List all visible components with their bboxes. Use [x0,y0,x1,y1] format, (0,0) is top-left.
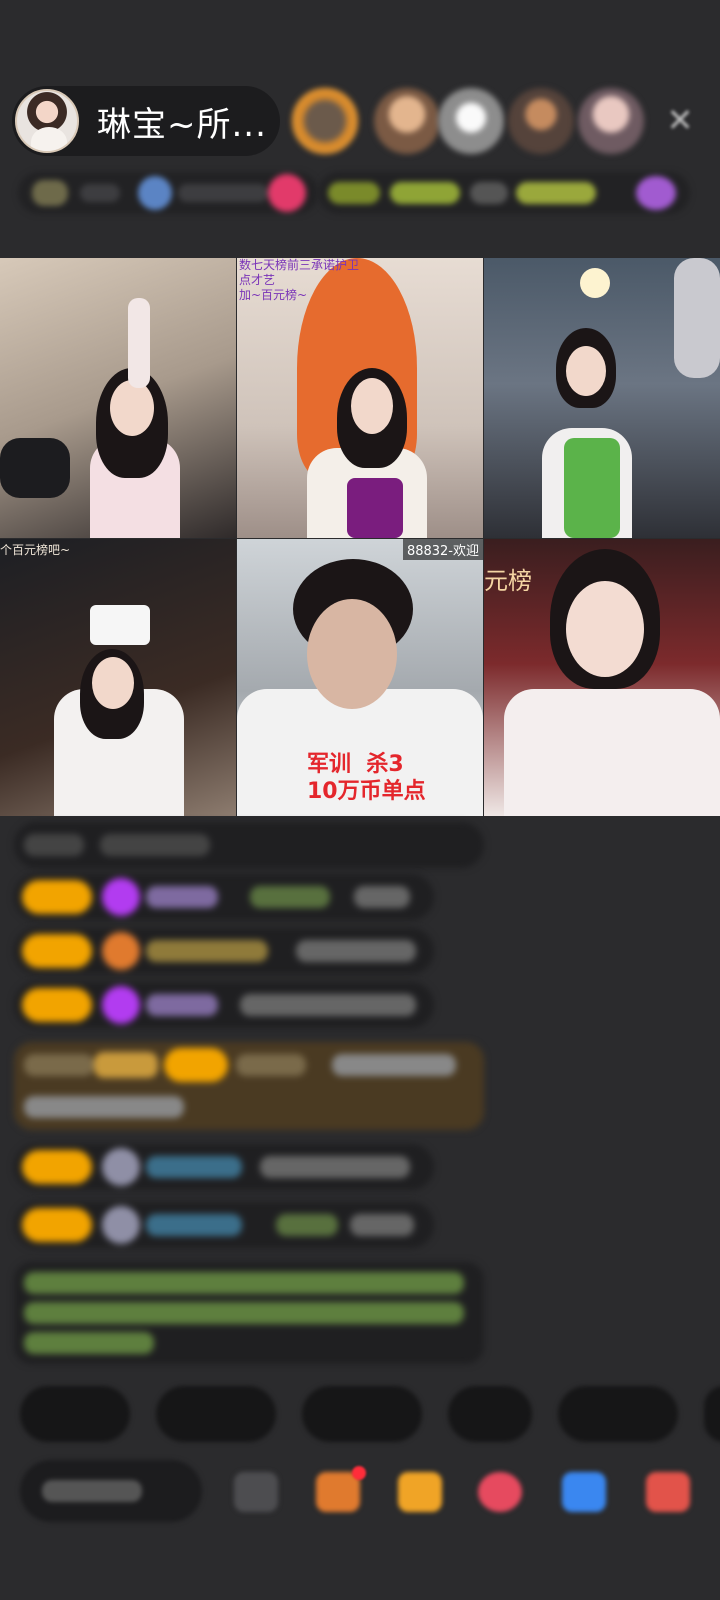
chat-system-message [14,1262,484,1364]
quick-reply-button[interactable] [156,1386,276,1442]
chat-message-highlight[interactable] [14,1042,484,1130]
chat-message[interactable] [14,874,434,920]
host-avatar[interactable] [15,89,79,153]
notification-dot [352,1466,366,1480]
chat-input[interactable] [20,1460,202,1522]
quick-reply-button[interactable] [448,1386,532,1442]
quick-reply-button[interactable] [20,1386,130,1442]
lips-icon[interactable] [478,1472,522,1512]
stream-stats-pill[interactable] [18,172,318,214]
more-icon[interactable] [234,1472,278,1512]
tile-overlay-bottom: 军训 杀3 10万币单点 [307,752,426,804]
tile-overlay-top: 88832-欢迎 [402,539,483,560]
host-name: 琳宝~所... [97,104,267,145]
video-tile[interactable] [0,258,236,538]
video-tile[interactable]: 88832-欢迎 军训 杀3 10万币单点 [237,539,483,816]
audience-avatar[interactable] [438,88,504,154]
chat-message[interactable] [14,822,484,868]
chat-message[interactable] [14,982,434,1028]
quick-reply-button[interactable] [302,1386,422,1442]
quick-reply-button[interactable] [704,1386,720,1442]
multi-guest-video-grid: 数七天榜前三承诺护卫 点才艺 加~百元榜~ 个百元榜吧~ 88832-欢迎 军训… [0,258,720,816]
close-icon[interactable]: ✕ [660,100,700,140]
tile-caption: 元榜 [484,567,532,595]
chat-message[interactable] [14,1144,434,1190]
game-icon[interactable] [562,1472,606,1512]
tile-caption: 数七天榜前三承诺护卫 点才艺 加~百元榜~ [239,258,360,302]
wish-icon[interactable] [398,1472,442,1512]
video-tile[interactable]: 元榜 [484,539,720,816]
gift-icon[interactable] [646,1472,690,1512]
chat-message[interactable] [14,928,434,974]
quick-reply-bar [0,1386,720,1442]
host-info-pill[interactable]: 琳宝~所... [12,86,280,156]
video-tile[interactable]: 数七天榜前三承诺护卫 点才艺 加~百元榜~ [237,258,483,538]
audience-avatar[interactable] [578,88,644,154]
tile-caption: 个百元榜吧~ [0,543,71,557]
chat-message[interactable] [14,1202,434,1248]
audience-avatar[interactable] [508,88,574,154]
live-stream-screen: 琳宝~所... ✕ 数七天榜前三承诺护卫 点才艺 加~百元榜~ 个百元榜吧~ 8… [0,0,720,1600]
video-tile[interactable] [484,258,720,538]
audience-avatar[interactable] [292,88,358,154]
quick-reply-button[interactable] [558,1386,678,1442]
rank-banner-pill[interactable] [318,172,690,214]
audience-avatar[interactable] [374,88,440,154]
action-bar [0,1452,720,1532]
video-tile[interactable]: 个百元榜吧~ [0,539,236,816]
